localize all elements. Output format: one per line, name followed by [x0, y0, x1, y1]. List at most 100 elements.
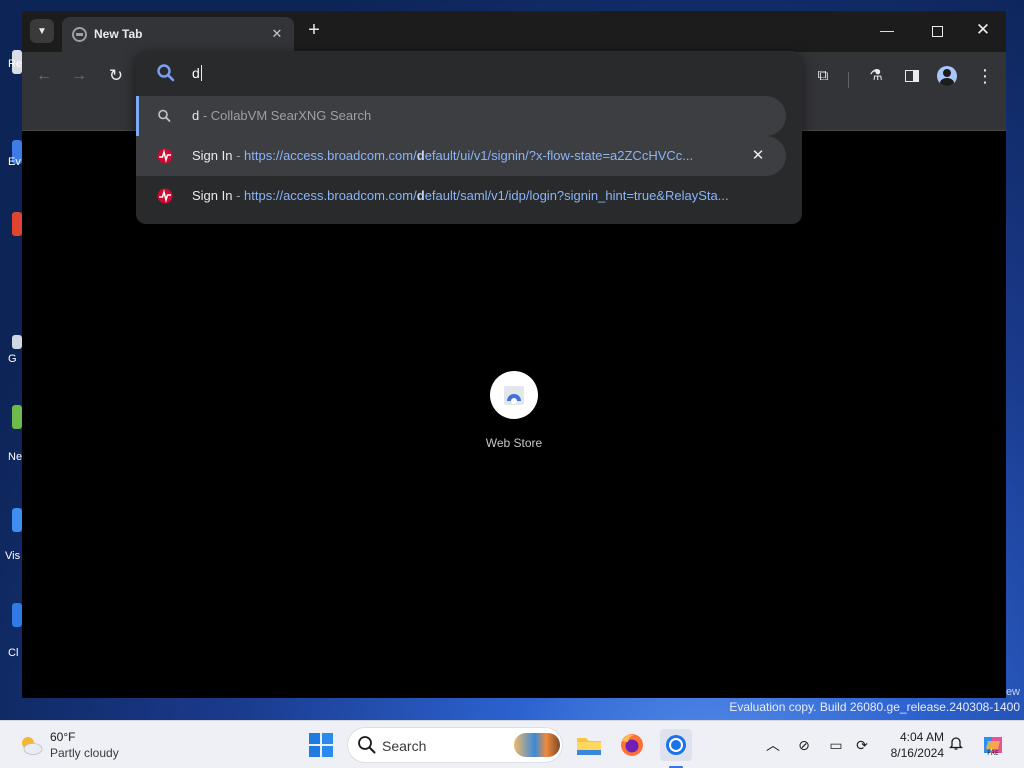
address-input[interactable]: d	[192, 65, 202, 81]
suggestion-title: Sign In	[192, 148, 233, 163]
suggestion-history-2[interactable]: Sign In - https://access.broadcom.com/de…	[136, 176, 786, 216]
browser-window: ▼ New Tab ✕ + — ✕ ← → ↻ ⧉ ⚗ ⋮ d d - Coll…	[22, 11, 1006, 698]
profile-button[interactable]	[934, 63, 960, 89]
search-icon	[358, 736, 376, 754]
web-store-shortcut-icon	[490, 371, 538, 419]
clock-time: 4:04 AM	[899, 730, 944, 744]
windows-start-icon[interactable]	[308, 732, 334, 758]
watermark-fragment: ew	[1005, 686, 1020, 698]
desktop-icon-label: G	[8, 353, 17, 365]
kebab-menu-icon: ⋮	[976, 66, 994, 86]
toolbar-divider	[848, 72, 849, 88]
weather-condition: Partly cloudy	[50, 746, 119, 760]
evaluation-watermark: Evaluation copy. Build 26080.ge_release.…	[729, 700, 1020, 714]
maximize-icon	[931, 25, 943, 37]
side-panel-icon	[905, 70, 919, 83]
desktop-icon-recycle-bin[interactable]: Re	[0, 50, 22, 104]
app-icon	[12, 335, 22, 349]
suggestion-separator: -	[232, 188, 245, 203]
forward-button[interactable]: →	[66, 63, 92, 89]
search-highlight-image	[514, 733, 560, 757]
weather-temperature: 60°F	[50, 730, 76, 744]
desktop-icon-ev[interactable]: Ev	[0, 140, 22, 194]
suggestion-text: Sign In - https://access.broadcom.com/de…	[192, 148, 692, 163]
partly-cloudy-icon	[22, 737, 43, 755]
suggestion-history-1[interactable]: Sign In - https://access.broadcom.com/de…	[136, 136, 786, 176]
file-explorer-taskbar-button[interactable]	[573, 729, 605, 761]
desktop-icon-label: Re	[8, 58, 22, 70]
tab-search-button[interactable]: ▼	[30, 19, 54, 43]
desktop-icon-label: Ev	[8, 156, 21, 168]
app-icon	[12, 508, 22, 532]
taskbar: 60°F Partly cloudy Search ︿ ⊘ ▭ ⟳ 4:04 A…	[0, 720, 1024, 768]
shortcut-web-store[interactable]: Web Store	[462, 371, 566, 471]
taskbar-clock[interactable]: 4:04 AM 8/16/2024	[880, 729, 944, 761]
avatar-icon	[937, 66, 957, 87]
broadcom-favicon-icon	[157, 188, 173, 204]
url-prefix: https://access.broadcom.com/	[244, 188, 417, 203]
suggestion-url: https://access.broadcom.com/default/saml…	[244, 188, 729, 203]
suggestion-text: Sign In - https://access.broadcom.com/de…	[192, 188, 778, 203]
taskbar-search-box[interactable]: Search	[347, 727, 563, 763]
omnibox-dropdown: d d - CollabVM SearXNG Search Sign In - …	[136, 51, 802, 224]
broadcom-favicon-icon	[157, 148, 173, 164]
desktop-icon-app[interactable]	[0, 212, 22, 266]
suggestion-engine: CollabVM SearXNG Search	[210, 108, 372, 123]
chrome-menu-button[interactable]: ⋮	[972, 63, 998, 89]
suggestion-separator: -	[199, 108, 211, 123]
globe-icon	[72, 27, 87, 42]
url-match: d	[416, 148, 425, 163]
extensions-button[interactable]: ⧉	[810, 63, 836, 89]
url-suffix: efault/saml/v1/idp/login?signin_hint=tru…	[424, 188, 729, 203]
bell-icon	[948, 737, 964, 750]
back-button[interactable]: ←	[31, 63, 57, 89]
firefox-icon	[621, 734, 643, 756]
desktop-icon-label: Cl	[8, 647, 19, 659]
desktop-icon-cl[interactable]: Cl	[0, 603, 22, 659]
selection-indicator	[136, 96, 139, 136]
chrome-taskbar-button[interactable]	[660, 729, 692, 761]
new-tab-button[interactable]: +	[302, 19, 326, 43]
desktop-icon-ne[interactable]: Ne	[0, 405, 22, 463]
puzzle-icon: ⧉	[817, 67, 829, 84]
tab-title: New Tab	[94, 27, 143, 41]
side-panel-button[interactable]	[899, 63, 925, 89]
display-icon[interactable]: ▭	[826, 735, 846, 755]
chrome-labs-button[interactable]: ⚗	[863, 63, 889, 89]
url-prefix: https://access.broadcom.com/	[244, 148, 417, 163]
app-icon	[12, 212, 22, 236]
suggestion-separator: -	[232, 148, 245, 163]
weather-widget[interactable]: 60°F Partly cloudy	[16, 729, 136, 763]
taskbar-search-label: Search	[382, 738, 427, 754]
minimize-button[interactable]: —	[872, 17, 902, 43]
tab-close-button[interactable]: ✕	[268, 25, 286, 43]
desktop-icon-g[interactable]: G	[0, 335, 22, 389]
close-window-button[interactable]: ✕	[968, 17, 998, 43]
search-icon	[157, 64, 175, 82]
web-store-icon	[504, 386, 524, 405]
sync-icon[interactable]: ⟳	[852, 735, 872, 755]
show-hidden-icons-button[interactable]: ︿	[763, 735, 783, 755]
search-icon	[158, 109, 171, 122]
url-match: d	[416, 188, 425, 203]
app-icon	[12, 603, 22, 627]
reload-button[interactable]: ↻	[103, 63, 129, 89]
maximize-button[interactable]	[922, 17, 952, 43]
suggestion-text: d - CollabVM SearXNG Search	[192, 108, 371, 123]
desktop-icon-label: Vis	[5, 550, 21, 562]
firefox-taskbar-button[interactable]	[616, 729, 648, 761]
copilot-icon[interactable]: PRE	[980, 733, 1006, 757]
chrome-icon	[666, 735, 686, 755]
tab-strip: ▼ New Tab ✕ + — ✕	[22, 11, 1006, 52]
remove-suggestion-button[interactable]: ✕	[748, 146, 768, 166]
network-icon[interactable]: ⊘	[794, 735, 814, 755]
tab-new-tab[interactable]: New Tab ✕	[62, 17, 294, 52]
notification-bell-icon[interactable]	[946, 735, 966, 755]
suggestion-search[interactable]: d - CollabVM SearXNG Search	[136, 96, 786, 136]
chevron-down-icon: ▼	[37, 25, 47, 37]
shortcut-label: Web Store	[485, 436, 543, 450]
address-bar[interactable]: d	[136, 51, 802, 95]
desktop-icon-label: Ne	[8, 451, 22, 463]
url-suffix: efault/ui/v1/signin/?x-flow-state=a2ZCcH…	[424, 148, 692, 163]
desktop-icon-vis[interactable]: Vis	[0, 508, 22, 562]
